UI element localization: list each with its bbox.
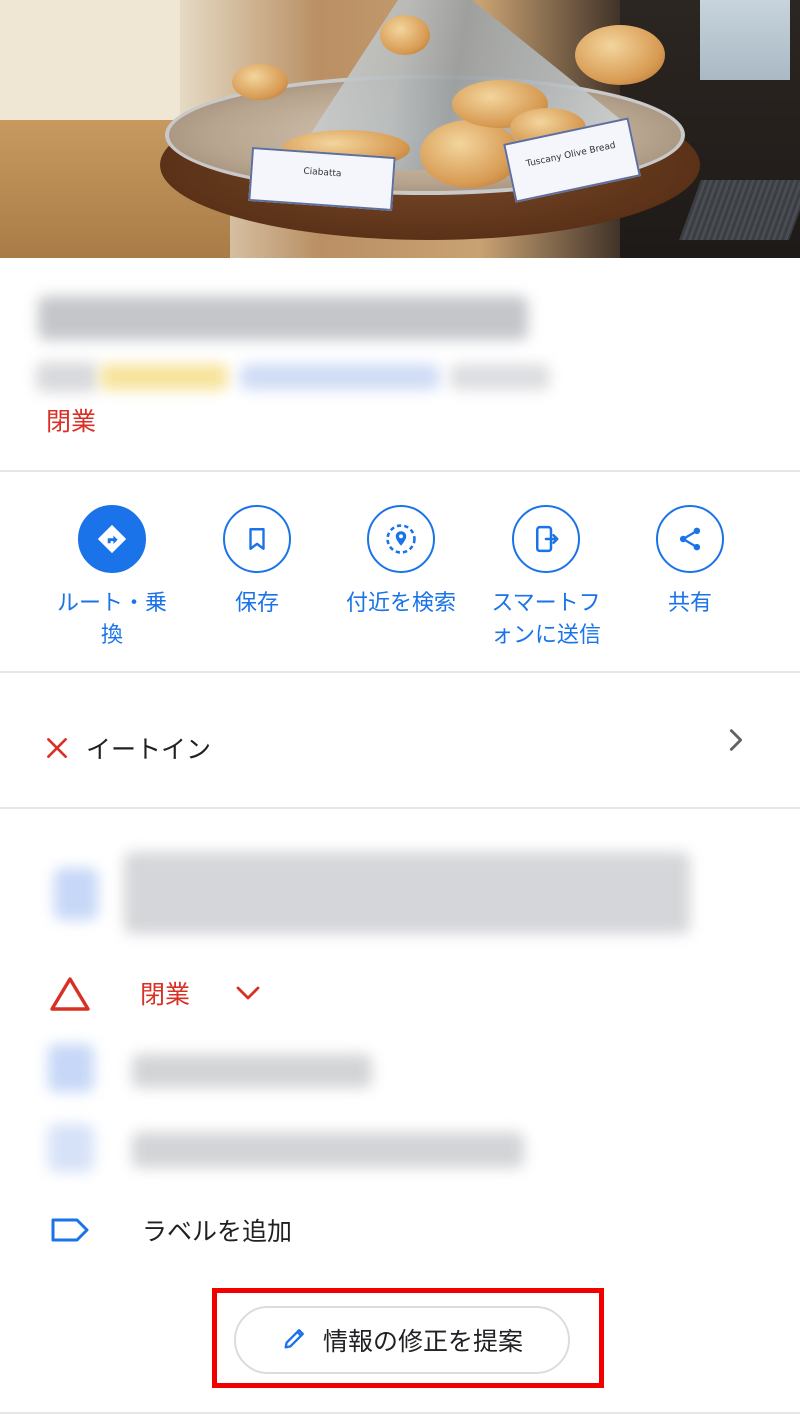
phone-icon [48, 1044, 94, 1092]
photo-price-card: Ciabatta [248, 147, 396, 211]
chevron-down-icon[interactable] [234, 982, 262, 1008]
directions-button[interactable]: ルート・乗 換 [40, 505, 184, 652]
warning-icon [48, 975, 92, 1017]
send-to-phone-label-line2: ォンに送信 [490, 623, 601, 648]
photo-bread [232, 64, 288, 100]
address-pin-icon [54, 868, 98, 920]
hours-status[interactable]: 閉業 [140, 975, 190, 1011]
eat-in-label: イートイン [86, 735, 212, 764]
review-count-blurred[interactable] [240, 364, 440, 390]
bookmark-icon [223, 505, 291, 573]
directions-label-line1: ルート・乗 [56, 591, 167, 616]
category-blurred [450, 364, 550, 390]
chevron-right-icon [722, 726, 750, 758]
save-button[interactable]: 保存 [185, 505, 329, 620]
suggest-edit-button[interactable]: 情報の修正を提案 [234, 1306, 570, 1374]
add-label-button[interactable]: ラベルを追加 [142, 1212, 292, 1248]
place-photo[interactable]: Ciabatta Tuscany Olive Bread [0, 0, 800, 258]
divider [0, 671, 800, 673]
photo-window [700, 0, 790, 80]
label-tag-icon [50, 1216, 90, 1248]
nearby-search-button[interactable]: 付近を検索 [329, 505, 473, 620]
closed-status: 閉業 [46, 407, 97, 436]
divider [0, 470, 800, 472]
photo-bread [380, 15, 430, 55]
divider [0, 807, 800, 809]
directions-icon [78, 505, 146, 573]
share-label: 共有 [667, 591, 712, 616]
send-to-phone-icon [512, 505, 580, 573]
website-url-blurred[interactable] [132, 1132, 524, 1168]
send-to-phone-button[interactable]: スマートフ ォンに送信 [474, 505, 618, 652]
pencil-icon [281, 1324, 309, 1356]
photo-mat [679, 180, 800, 240]
suggest-edit-label: 情報の修正を提案 [322, 1327, 523, 1356]
photo-bread [575, 25, 665, 85]
nearby-search-label: 付近を検索 [345, 591, 456, 616]
website-icon [48, 1124, 94, 1172]
send-to-phone-label-line1: スマートフ [491, 591, 601, 616]
close-x-icon [44, 735, 70, 765]
nearby-search-icon [367, 505, 435, 573]
place-name-blurred [38, 296, 528, 340]
phone-number-blurred[interactable] [132, 1054, 372, 1088]
rating-value-blurred [36, 362, 98, 392]
save-label: 保存 [234, 591, 279, 616]
share-icon [656, 505, 724, 573]
address-text-blurred[interactable] [124, 852, 690, 934]
divider [0, 1412, 800, 1414]
rating-stars-blurred [100, 364, 228, 390]
share-button[interactable]: 共有 [618, 505, 762, 620]
directions-label-line2: 換 [100, 623, 123, 648]
photo-wall [0, 0, 180, 140]
